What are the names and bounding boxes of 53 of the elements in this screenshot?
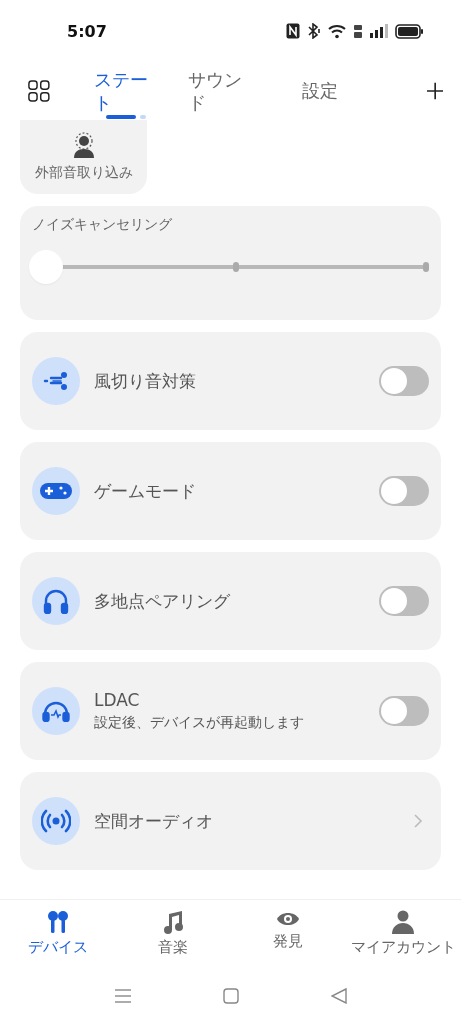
home-icon[interactable] (222, 988, 239, 1004)
nav-tab[interactable]: 音楽 (115, 900, 231, 968)
broadcast-icon (41, 808, 71, 834)
person-icon (72, 132, 95, 158)
person-icon (392, 910, 415, 934)
setting-label: 空間オーディオ (94, 809, 214, 833)
headphones-icon (43, 588, 69, 614)
setting-label: 多地点ペアリング (94, 589, 231, 613)
chevron-right-icon (413, 813, 423, 829)
ambient-sound-card[interactable]: 外部音取り込み (20, 120, 147, 194)
music-note-icon (161, 910, 184, 934)
setting-label: 風切り音対策 (94, 369, 197, 393)
bluetooth-icon (307, 23, 321, 39)
setting-note: 設定後、デバイスが再起動します (94, 714, 305, 732)
ambient-sound-label: 外部音取り込み (34, 164, 133, 182)
volte-icon (353, 23, 363, 39)
back-icon[interactable] (330, 988, 347, 1004)
tab[interactable]: サウンド (188, 67, 245, 115)
battery-icon (395, 23, 423, 39)
nav-tab[interactable]: デバイス (0, 900, 116, 968)
wifi-icon (328, 23, 346, 39)
add-icon[interactable] (426, 82, 443, 100)
setting-label: ゲームモード (94, 479, 197, 503)
nfc-icon (286, 23, 300, 39)
earbuds-icon (46, 910, 69, 934)
gamepad-icon (39, 481, 73, 501)
tab[interactable]: ステート (93, 67, 150, 115)
nav-tab[interactable]: マイアカウント (345, 900, 461, 968)
recent-apps-icon[interactable] (114, 989, 131, 1003)
setting-row[interactable]: ゲームモード (20, 442, 441, 540)
setting-row[interactable]: 風切り音対策 (20, 332, 441, 430)
wind-icon (43, 371, 69, 391)
setting-row[interactable]: 空間オーディオ (20, 772, 441, 870)
setting-row[interactable]: LDAC 設定後、デバイスが再起動します (20, 662, 441, 760)
toggle-switch[interactable] (379, 586, 429, 616)
toggle-switch[interactable] (379, 696, 429, 726)
slider-stop (423, 262, 429, 272)
toggle-switch[interactable] (379, 476, 429, 506)
toggle-switch[interactable] (379, 366, 429, 396)
tab-indicator (105, 115, 146, 121)
setting-label: LDAC (94, 690, 141, 710)
setting-row[interactable]: 多地点ペアリング (20, 552, 441, 650)
tab[interactable]: 設定 (302, 79, 357, 103)
noise-cancelling-title: ノイズキャンセリング (32, 216, 173, 234)
headset-pulse-icon (42, 700, 70, 722)
eye-icon (276, 910, 301, 928)
grid-icon[interactable] (28, 79, 50, 103)
noise-cancelling-slider[interactable] (29, 250, 429, 284)
slider-stop (233, 262, 239, 272)
status-time: 5:07 (67, 21, 107, 41)
nav-tab[interactable]: 発見 (230, 900, 346, 968)
slider-thumb[interactable] (29, 250, 63, 284)
signal-icon (370, 24, 388, 38)
